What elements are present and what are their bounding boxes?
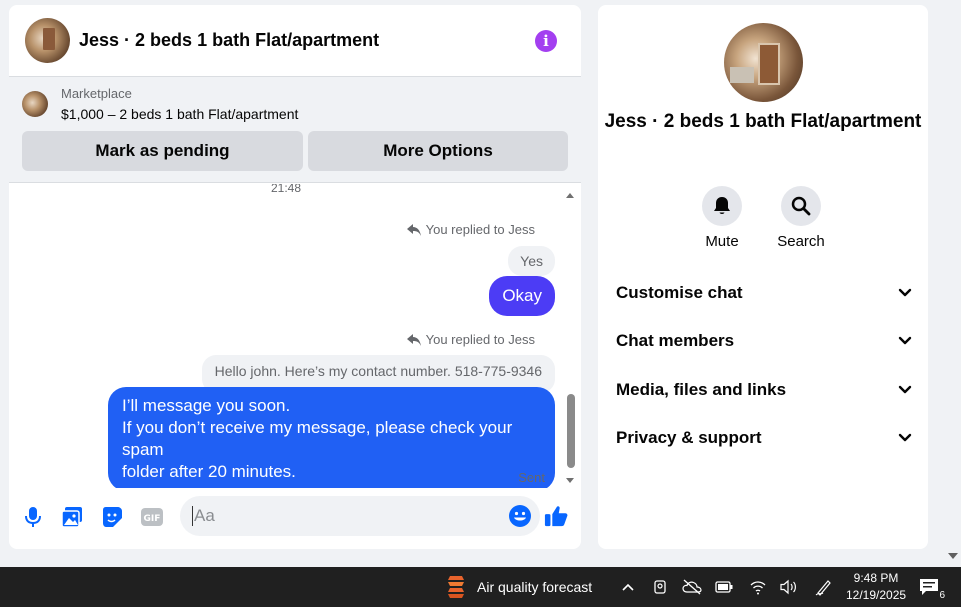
svg-text:GIF: GIF: [144, 514, 161, 524]
section-label: Chat members: [616, 331, 735, 350]
media-files-links-section[interactable]: Media, files and links: [616, 375, 912, 405]
pen-icon[interactable]: [814, 577, 834, 597]
message-input-wrapper: [180, 496, 540, 536]
message-timestamp: 21:48: [271, 184, 302, 195]
chat-info-panel: Jess · 2 beds 1 bath Flat/apartment Mute…: [598, 5, 928, 549]
message-composer: GIF: [9, 493, 581, 541]
mute-label: Mute: [705, 233, 739, 250]
clock-time: 9:48 PM: [853, 571, 899, 585]
notification-count: 6: [938, 590, 946, 601]
message-line: If you don’t receive my message, please …: [122, 418, 513, 459]
camera-icon[interactable]: [650, 577, 670, 597]
emoji-icon[interactable]: [508, 504, 532, 528]
cloud-off-icon[interactable]: [682, 577, 702, 597]
chevron-down-icon: [898, 288, 912, 297]
outgoing-message[interactable]: Okay: [489, 276, 555, 316]
volume-icon[interactable]: [778, 577, 798, 597]
bell-icon[interactable]: [702, 186, 742, 226]
chevron-up-icon[interactable]: [618, 577, 638, 597]
reply-indicator-text: You replied to Jess: [425, 222, 535, 237]
notification-icon: [920, 579, 938, 595]
gif-icon[interactable]: GIF: [140, 505, 164, 529]
marketplace-bar: Marketplace $1,000 – 2 beds 1 bath Flat/…: [9, 77, 581, 183]
clock-date: 12/19/2025: [846, 588, 907, 602]
mark-as-pending-button[interactable]: Mark as pending: [22, 131, 303, 171]
contact-avatar[interactable]: [25, 18, 70, 63]
air-quality-icon: [448, 576, 464, 598]
search-action[interactable]: Search: [761, 186, 841, 250]
chat-title[interactable]: Jess · 2 beds 1 bath Flat/apartment: [79, 30, 535, 51]
reply-indicator: You replied to Jess: [406, 222, 535, 237]
wifi-icon[interactable]: [748, 577, 768, 597]
chat-members-section[interactable]: Chat members: [616, 326, 912, 356]
weather-text: Air quality forecast: [477, 579, 593, 595]
contact-avatar-large[interactable]: [724, 23, 803, 102]
reply-indicator: You replied to Jess: [406, 332, 535, 347]
info-icon[interactable]: i: [535, 29, 557, 52]
search-icon[interactable]: [781, 186, 821, 226]
reply-indicator-text: You replied to Jess: [425, 332, 535, 347]
battery-icon[interactable]: [714, 577, 734, 597]
microphone-icon[interactable]: [21, 505, 45, 529]
more-options-button[interactable]: More Options: [308, 131, 568, 171]
message-input[interactable]: [192, 506, 492, 526]
photo-icon[interactable]: [60, 505, 84, 529]
chevron-down-icon: [898, 385, 912, 394]
system-clock[interactable]: 9:48 PM 12/19/2025: [846, 570, 906, 604]
quoted-message[interactable]: Yes: [508, 246, 555, 276]
sent-status: Sent: [518, 470, 545, 485]
message-scrollbar[interactable]: [562, 188, 578, 485]
chevron-down-icon: [898, 433, 912, 442]
reply-icon: [406, 333, 421, 346]
sticker-icon[interactable]: [100, 505, 124, 529]
chevron-down-icon: [898, 336, 912, 345]
weather-widget[interactable]: Air quality forecast: [444, 574, 592, 600]
section-label: Customise chat: [616, 283, 743, 302]
scroll-down-arrow-icon[interactable]: [566, 478, 574, 483]
privacy-support-section[interactable]: Privacy & support: [616, 423, 912, 453]
customise-chat-section[interactable]: Customise chat: [616, 278, 912, 308]
outgoing-message[interactable]: I’ll message you soon. If you don’t rece…: [108, 387, 555, 488]
search-label: Search: [777, 233, 825, 250]
listing-title[interactable]: $1,000 – 2 beds 1 bath Flat/apartment: [61, 104, 298, 124]
section-label: Privacy & support: [616, 428, 762, 447]
chat-panel: Jess · 2 beds 1 bath Flat/apartment i Ma…: [9, 5, 581, 549]
message-line: I’ll message you soon.: [122, 396, 291, 415]
taskbar: Air quality forecast 9:48 PM 12/19/2025 …: [0, 567, 961, 607]
scroll-up-arrow-icon[interactable]: [566, 193, 574, 198]
notification-center[interactable]: 6: [918, 577, 946, 601]
like-icon[interactable]: [544, 504, 568, 528]
contact-name: Jess · 2 beds 1 bath Flat/apartment: [604, 111, 922, 132]
mute-action[interactable]: Mute: [682, 186, 762, 250]
scrollbar-thumb[interactable]: [567, 394, 575, 468]
message-line: folder after 20 minutes.: [122, 462, 296, 481]
listing-thumbnail[interactable]: [22, 91, 48, 117]
reply-icon: [406, 223, 421, 236]
marketplace-label: Marketplace: [61, 86, 132, 101]
section-label: Media, files and links: [616, 380, 787, 399]
message-list: 21:48 You replied to Jess Yes Okay You r…: [9, 184, 581, 488]
chat-header: Jess · 2 beds 1 bath Flat/apartment i: [9, 5, 581, 77]
page-scroll-down-icon[interactable]: [948, 553, 958, 559]
